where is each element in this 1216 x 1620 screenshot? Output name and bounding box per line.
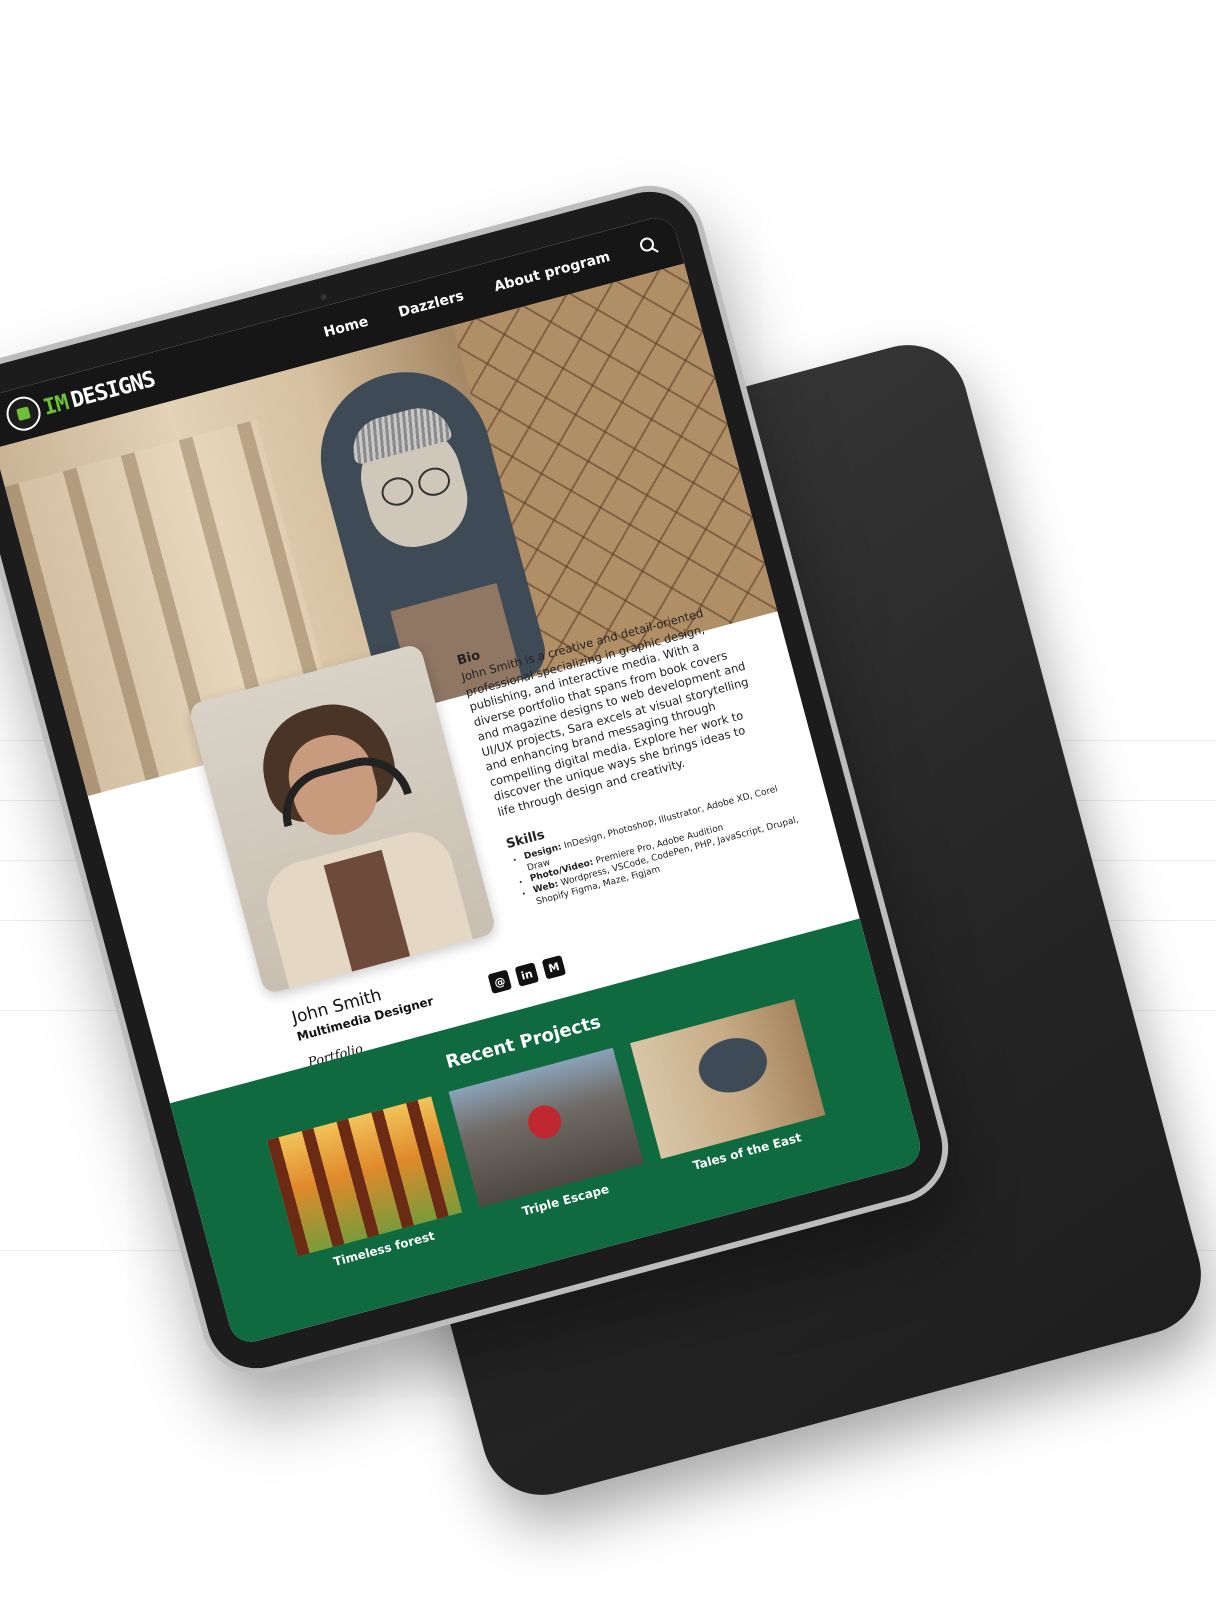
project-card-timeless-forest[interactable]: Timeless forest (266, 1096, 468, 1277)
tablet-frame: IM DESIGNS Home Dazzlers About program B… (0, 173, 961, 1387)
logo-prefix: IM (40, 389, 71, 421)
project-card-tales-of-the-east[interactable]: Tales of the East (630, 999, 831, 1180)
nav-item-dazzlers[interactable]: Dazzlers (397, 288, 466, 321)
camera-icon (319, 293, 328, 301)
linkedin-icon[interactable]: in (514, 962, 540, 987)
medium-icon[interactable]: M (541, 955, 567, 980)
logo-mark-icon (2, 392, 45, 435)
project-card-triple-escape[interactable]: Triple Escape (448, 1047, 650, 1229)
nav-item-home[interactable]: Home (322, 314, 370, 341)
tablet-device: IM DESIGNS Home Dazzlers About program B… (0, 173, 961, 1387)
search-icon[interactable] (638, 235, 660, 257)
social-links: @ in M (487, 955, 567, 995)
logo-text: DESIGNS (68, 366, 158, 413)
email-icon[interactable]: @ (487, 969, 513, 995)
